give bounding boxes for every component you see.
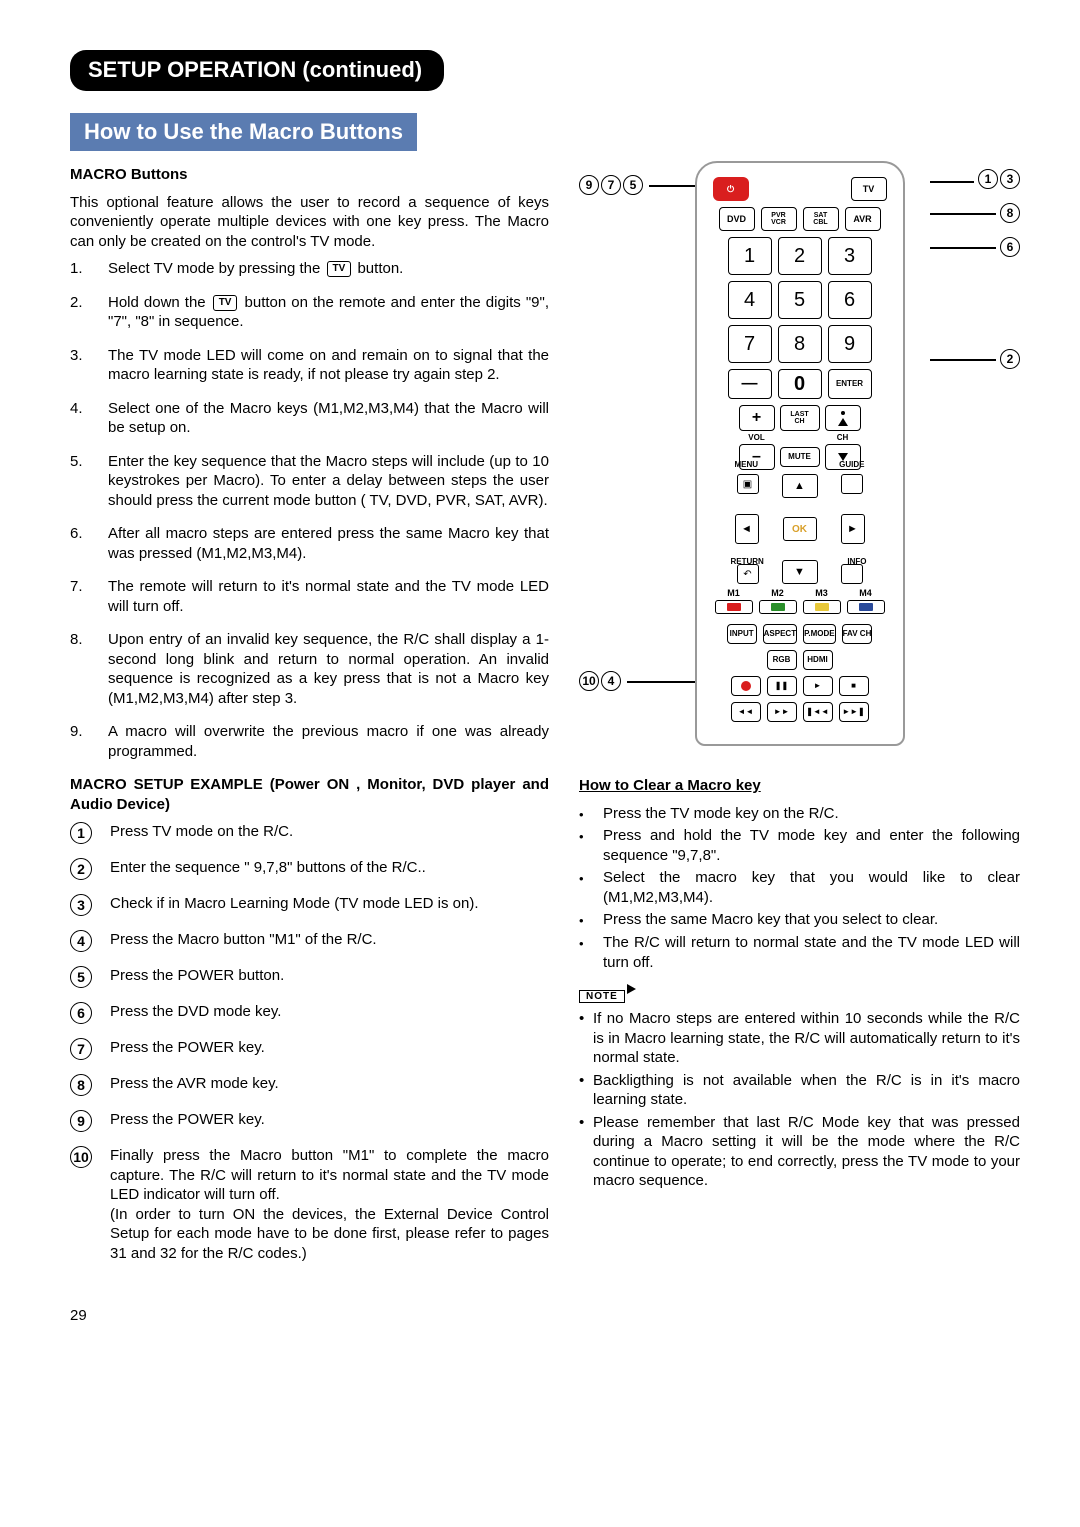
- example-steps: 1Press TV mode on the R/C. 2Enter the se…: [70, 822, 549, 1263]
- m4-button: M4: [847, 600, 885, 614]
- dvd-mode-button: DVD: [719, 207, 755, 231]
- d-pad: MENU GUIDE RETURN INFO ▣ ↶ ▲ ▼ ◄ ► OK: [735, 474, 865, 584]
- return-button: ↶: [737, 564, 759, 584]
- play-icon: ►: [803, 676, 833, 696]
- info-button: [841, 564, 863, 584]
- macro-heading: MACRO Buttons: [70, 165, 549, 185]
- m3-button: M3: [803, 600, 841, 614]
- section-title: SETUP OPERATION (continued): [70, 50, 444, 91]
- macro-step-2: Hold down the TV button on the remote an…: [108, 293, 549, 332]
- prev-icon: ❚◄◄: [803, 702, 833, 722]
- macro-step-5: Enter the key sequence that the Macro st…: [108, 452, 549, 511]
- macro-step-1: Select TV mode by pressing the TV button…: [108, 259, 549, 279]
- clear-heading: How to Clear a Macro key: [579, 776, 1020, 796]
- tv-key-icon: TV: [327, 261, 352, 277]
- down-arrow-icon: ▼: [782, 560, 818, 584]
- note-label: NOTE: [579, 990, 625, 1003]
- tv-mode-button: TV: [851, 177, 887, 201]
- next-icon: ►►❚: [839, 702, 869, 722]
- power-button: ⏻: [713, 177, 749, 201]
- macro-step-7: The remote will return to it's normal st…: [108, 577, 549, 616]
- pause-icon: ❚❚: [767, 676, 797, 696]
- note-arrow-icon: [627, 984, 636, 994]
- m2-button: M2: [759, 600, 797, 614]
- m1-button: M1: [715, 600, 753, 614]
- avr-mode-button: AVR: [845, 207, 881, 231]
- macro-step-6: After all macro steps are entered press …: [108, 524, 549, 563]
- menu-button: ▣: [737, 474, 759, 494]
- macro-step-3: The TV mode LED will come on and remain …: [108, 346, 549, 385]
- pvr-mode-button: PVR VCR: [761, 207, 797, 231]
- sat-mode-button: SAT CBL: [803, 207, 839, 231]
- left-arrow-icon: ◄: [735, 514, 759, 544]
- rewind-icon: ◄◄: [731, 702, 761, 722]
- macro-intro: This optional feature allows the user to…: [70, 193, 549, 252]
- sub-section-title: How to Use the Macro Buttons: [70, 113, 417, 151]
- right-arrow-icon: ►: [841, 514, 865, 544]
- remote-diagram: 9 7 5 1 3 8 6 2 10 4 ⏻: [579, 161, 1020, 746]
- macro-step-4: Select one of the Macro keys (M1,M2,M3,M…: [108, 399, 549, 438]
- macro-steps: 1.Select TV mode by pressing the TV butt…: [70, 259, 549, 761]
- guide-button: [841, 474, 863, 494]
- note-list: If no Macro steps are entered within 10 …: [579, 1009, 1020, 1191]
- ffwd-icon: ►►: [767, 702, 797, 722]
- stop-icon: ■: [839, 676, 869, 696]
- tv-key-icon: TV: [213, 295, 238, 311]
- record-icon: [731, 676, 761, 696]
- macro-step-8: Upon entry of an invalid key sequence, t…: [108, 630, 549, 708]
- up-arrow-icon: ▲: [782, 474, 818, 498]
- example-heading: MACRO SETUP EXAMPLE (Power ON , Monitor,…: [70, 775, 549, 814]
- ok-button: OK: [783, 517, 817, 541]
- clear-list: Press the TV mode key on the R/C. Press …: [579, 804, 1020, 973]
- macro-step-9: A macro will overwrite the previous macr…: [108, 722, 549, 761]
- page-number: 29: [70, 1307, 1020, 1324]
